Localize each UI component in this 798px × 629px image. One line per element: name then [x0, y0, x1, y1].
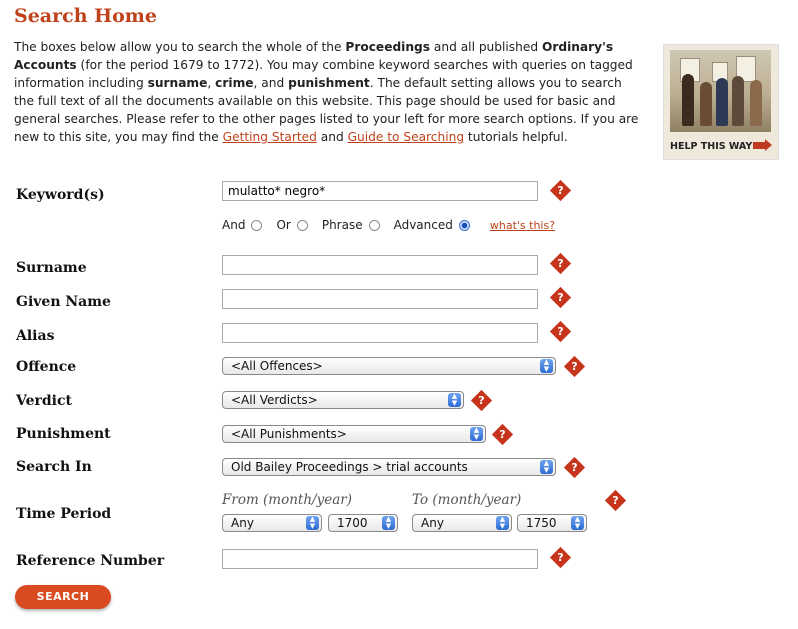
help-glyph: ? [557, 184, 564, 197]
reference-number-help-icon[interactable]: ? [549, 546, 572, 569]
search-button[interactable]: SEARCH [15, 585, 111, 609]
search-in-label: Search In [16, 459, 92, 475]
intro-bold-crime: crime [215, 76, 254, 90]
intro-text-segment: and [316, 130, 348, 144]
match-mode-group: And Or Phrase Advanced what's this? [222, 218, 555, 232]
offence-help-icon[interactable]: ? [563, 355, 586, 378]
help-glyph: ? [571, 461, 578, 474]
chevron-updown-icon: ▲ ▼ [306, 516, 319, 530]
to-month-select[interactable]: Any ▲ ▼ [412, 514, 512, 532]
radio-and-button[interactable] [251, 219, 263, 231]
alias-help-icon[interactable]: ? [549, 320, 572, 343]
alias-input[interactable] [222, 323, 538, 343]
help-glyph: ? [557, 257, 564, 270]
offence-label: Offence [16, 359, 77, 375]
given-name-help-icon[interactable]: ? [549, 286, 572, 309]
help-glyph: ? [478, 394, 485, 407]
chevron-updown-icon: ▲ ▼ [540, 460, 553, 474]
chevron-updown-icon: ▲ ▼ [540, 359, 553, 373]
radio-advanced-button[interactable] [458, 219, 470, 231]
intro-text-segment: , [207, 76, 216, 90]
verdict-label: Verdict [16, 393, 72, 409]
punishment-label: Punishment [16, 426, 111, 442]
radio-and[interactable]: And [222, 218, 263, 232]
to-year-value: 1750 [526, 516, 557, 530]
search-in-help-icon[interactable]: ? [563, 456, 586, 479]
offence-select[interactable]: <All Offences> ▲ ▼ [222, 357, 556, 375]
chevron-updown-icon: ▲ ▼ [448, 393, 461, 407]
illustration-figure [716, 78, 728, 126]
guide-to-searching-link[interactable]: Guide to Searching [348, 130, 465, 144]
reference-number-input[interactable] [222, 549, 538, 569]
help-glyph: ? [557, 291, 564, 304]
punishment-select[interactable]: <All Punishments> ▲ ▼ [222, 425, 486, 443]
surname-help-icon[interactable]: ? [549, 252, 572, 275]
to-month-value: Any [421, 516, 444, 530]
from-year-value: 1700 [337, 516, 368, 530]
radio-phrase[interactable]: Phrase [322, 218, 380, 232]
illustration-figure [682, 74, 694, 126]
given-name-label: Given Name [16, 294, 111, 310]
chevron-updown-icon: ▲ ▼ [470, 427, 483, 441]
illustration-figure [700, 82, 712, 126]
offence-select-value: <All Offences> [231, 359, 323, 373]
intro-text-segment: The boxes below allow you to search the … [14, 40, 346, 54]
chevron-updown-icon: ▲ ▼ [496, 516, 509, 530]
time-period-label: Time Period [16, 506, 112, 522]
alias-label: Alias [16, 328, 55, 344]
punishment-select-value: <All Punishments> [231, 427, 347, 441]
help-glyph: ? [557, 325, 564, 338]
intro-text-segment: tutorials helpful. [464, 130, 568, 144]
from-label: From (month/year) [222, 492, 352, 508]
intro-bold-surname: surname [147, 76, 208, 90]
reference-number-label: Reference Number [16, 553, 165, 569]
chevron-updown-icon: ▲ ▼ [571, 516, 584, 530]
help-this-way-banner[interactable]: HELP THIS WAY [663, 44, 779, 160]
from-year-select[interactable]: 1700 ▲ ▼ [328, 514, 398, 532]
to-year-select[interactable]: 1750 ▲ ▼ [517, 514, 587, 532]
to-label: To (month/year) [412, 492, 522, 508]
chevron-updown-icon: ▲ ▼ [382, 516, 395, 530]
surname-label: Surname [16, 260, 87, 276]
keyword-input[interactable] [222, 181, 538, 201]
given-name-input[interactable] [222, 289, 538, 309]
keyword-help-icon[interactable]: ? [549, 179, 572, 202]
help-this-way-label: HELP THIS WAY [670, 141, 753, 152]
from-month-value: Any [231, 516, 254, 530]
help-illustration [670, 50, 771, 132]
surname-input[interactable] [222, 255, 538, 275]
getting-started-link[interactable]: Getting Started [223, 130, 317, 144]
radio-and-label: And [222, 218, 246, 232]
intro-bold-proceedings: Proceedings [345, 40, 431, 54]
radio-advanced-label: Advanced [393, 218, 453, 232]
verdict-select[interactable]: <All Verdicts> ▲ ▼ [222, 391, 464, 409]
from-month-select[interactable]: Any ▲ ▼ [222, 514, 322, 532]
intro-bold-punishment: punishment [288, 76, 370, 90]
search-in-select[interactable]: Old Bailey Proceedings > trial accounts ▲… [222, 458, 556, 476]
illustration-figure [750, 80, 762, 126]
intro-text-segment: , and [253, 76, 289, 90]
help-glyph: ? [571, 360, 578, 373]
page-title: Search Home [14, 5, 157, 27]
time-period-help-icon[interactable]: ? [604, 489, 627, 512]
arrow-right-icon [753, 139, 772, 151]
help-glyph: ? [499, 428, 506, 441]
radio-phrase-button[interactable] [368, 219, 380, 231]
verdict-help-icon[interactable]: ? [470, 389, 493, 412]
radio-phrase-label: Phrase [321, 218, 363, 232]
radio-or-label: Or [276, 218, 291, 232]
illustration-figure [732, 76, 744, 126]
radio-advanced[interactable]: Advanced [394, 218, 470, 232]
intro-text: The boxes below allow you to search the … [14, 38, 642, 146]
punishment-help-icon[interactable]: ? [491, 423, 514, 446]
whats-this-link[interactable]: what's this? [490, 219, 555, 232]
verdict-select-value: <All Verdicts> [231, 393, 318, 407]
intro-text-segment: and all published [430, 40, 542, 54]
help-glyph: ? [557, 551, 564, 564]
radio-or[interactable]: Or [276, 218, 308, 232]
help-glyph: ? [612, 494, 619, 507]
keyword-label: Keyword(s) [16, 187, 105, 203]
search-in-select-value: Old Bailey Proceedings > trial accounts [231, 460, 468, 474]
radio-or-button[interactable] [296, 219, 308, 231]
